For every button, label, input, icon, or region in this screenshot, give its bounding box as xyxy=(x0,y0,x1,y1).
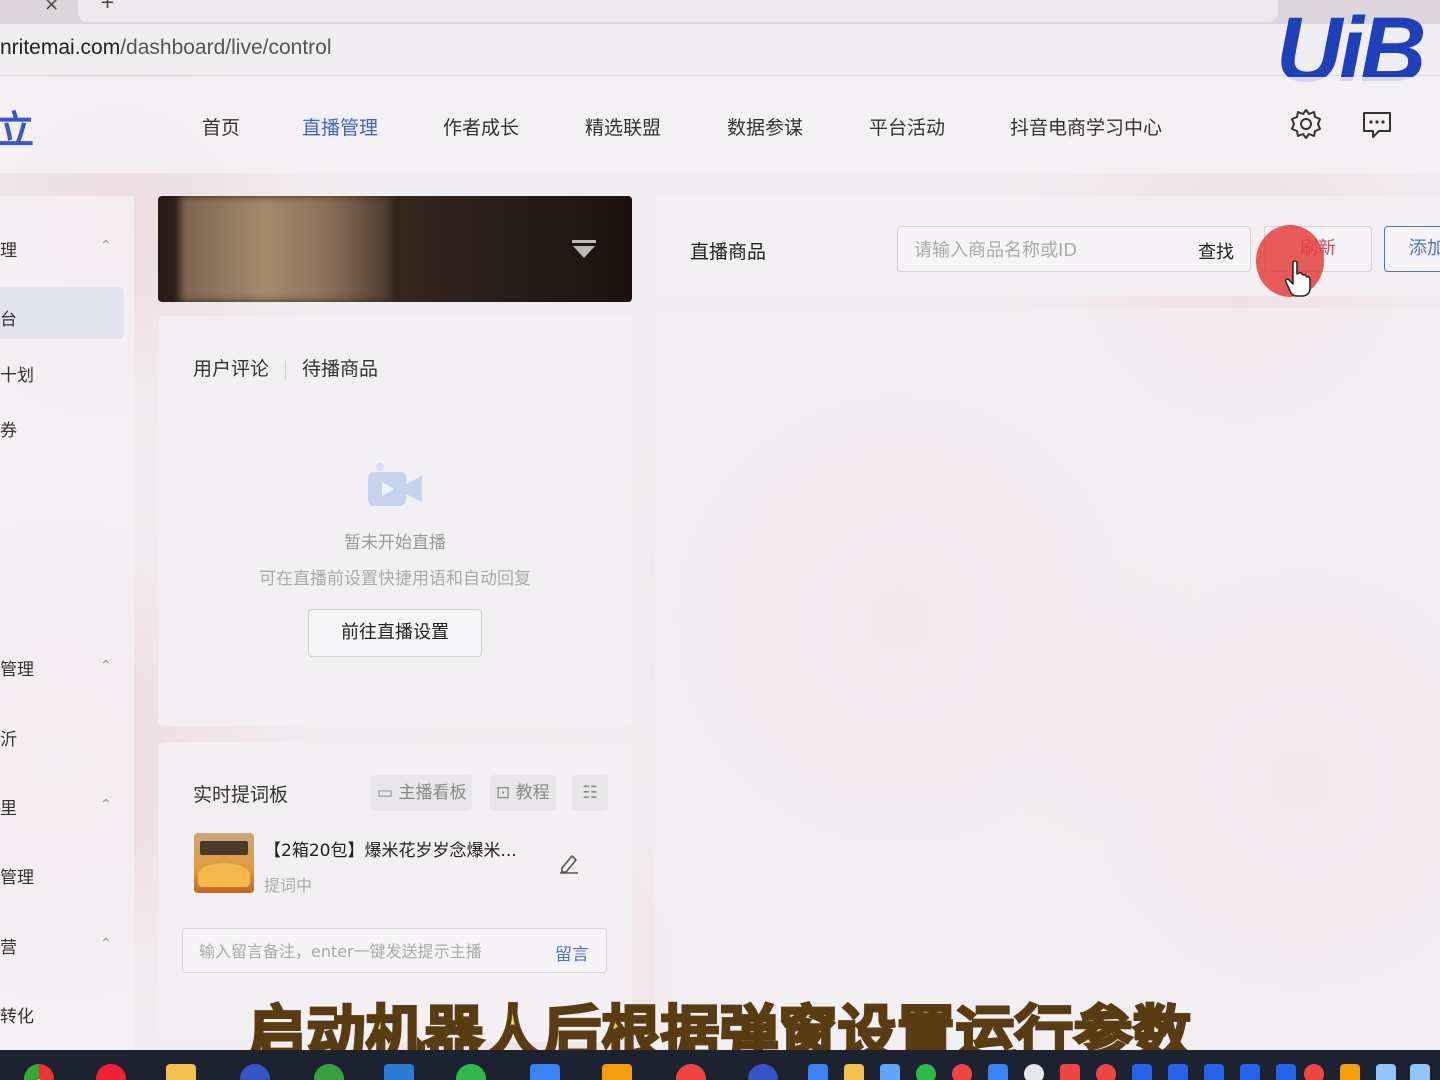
blurred-thumbnail xyxy=(180,196,390,302)
sidebar-group-4[interactable]: 营 xyxy=(0,933,17,958)
tab-divider xyxy=(285,360,287,379)
tray-icon[interactable] xyxy=(916,1064,936,1080)
nav-item-platform-activity[interactable]: 平台活动 xyxy=(869,113,945,140)
app-icon-green[interactable] xyxy=(314,1064,344,1080)
chevron-up-icon[interactable]: ⌃ xyxy=(100,797,112,813)
send-note-button[interactable]: 留言 xyxy=(555,940,589,965)
top-navigation: 立 首页 直播管理 作者成长 精选联盟 数据参谋 平台活动 抖音电商学习中心 xyxy=(0,77,1440,173)
edit-icon[interactable] xyxy=(558,852,580,874)
brand-logo[interactable]: 立 xyxy=(0,99,34,154)
tray-icon[interactable] xyxy=(1096,1064,1116,1080)
host-board-button[interactable]: ▭ 主播看板 xyxy=(371,775,473,811)
tray-icon[interactable] xyxy=(1376,1064,1396,1080)
app-icon-red[interactable] xyxy=(96,1064,126,1080)
tutorial-label: 教程 xyxy=(515,783,550,803)
settings-icon[interactable] xyxy=(1289,107,1323,141)
tray-icon[interactable] xyxy=(1060,1064,1080,1080)
close-tab-icon[interactable]: × xyxy=(44,0,59,15)
tray-icon[interactable] xyxy=(1276,1064,1296,1080)
tray-icon[interactable] xyxy=(1240,1064,1260,1080)
nav-item-alliance[interactable]: 精选联盟 xyxy=(585,113,661,140)
app-icon-orange[interactable] xyxy=(602,1064,632,1080)
sidebar-item-new[interactable]: 沂 xyxy=(0,725,17,750)
search-button[interactable]: 查找 xyxy=(1198,238,1234,264)
comment-tabs: 用户评论 待播商品 xyxy=(193,354,378,381)
sidebar-active-highlight xyxy=(0,287,124,339)
uib-app-icon[interactable] xyxy=(240,1064,270,1080)
dropdown-icon[interactable] xyxy=(572,240,596,260)
url-host: nritemai.com xyxy=(0,36,121,59)
tray-icon[interactable] xyxy=(1204,1064,1224,1080)
tray-icon[interactable] xyxy=(808,1064,828,1080)
sidebar-item-coupon[interactable]: 券 xyxy=(0,416,17,441)
nav-item-live-management[interactable]: 直播管理 xyxy=(302,113,378,140)
nav-item-author-growth[interactable]: 作者成长 xyxy=(443,113,519,140)
nav-item-data-advisor[interactable]: 数据参谋 xyxy=(727,113,803,140)
tray-icon[interactable] xyxy=(1304,1064,1324,1080)
sidebar-item-manage[interactable]: 管理 xyxy=(0,863,34,888)
tutorial-button[interactable]: ⊡ 教程 xyxy=(490,775,556,811)
product-name: 【2箱20包】爆米花岁岁念爆米... xyxy=(264,841,517,861)
browser-tabstrip: × + xyxy=(0,0,1440,24)
sidebar-item-console[interactable]: 台 xyxy=(0,305,17,330)
chevron-up-icon[interactable]: ⌃ xyxy=(100,658,112,674)
note-input-box: 留言 xyxy=(182,928,607,973)
prompt-board-title: 实时提词板 xyxy=(193,784,289,806)
sidebar-item-plan[interactable]: 十划 xyxy=(0,361,34,386)
wechat-icon[interactable] xyxy=(456,1064,486,1080)
folder-icon[interactable] xyxy=(166,1064,196,1080)
sidebar-group-3[interactable]: 里 xyxy=(0,794,17,819)
adjust-icon: ☷ xyxy=(582,783,598,803)
tab-user-comments[interactable]: 用户评论 xyxy=(193,358,269,380)
new-tab-icon[interactable]: + xyxy=(100,0,115,13)
host-board-label: 主播看板 xyxy=(398,783,467,803)
app-icon-red-2[interactable] xyxy=(676,1064,706,1080)
chrome-icon[interactable] xyxy=(24,1064,54,1080)
product-search-input[interactable] xyxy=(914,237,1184,263)
app-icon-blue[interactable] xyxy=(384,1064,414,1080)
url-path: /dashboard/live/control xyxy=(120,36,332,59)
windows-taskbar xyxy=(0,1050,1440,1080)
add-product-button[interactable]: 添加 xyxy=(1384,226,1440,272)
goto-live-settings-button[interactable]: 前往直播设置 xyxy=(308,609,482,657)
chevron-up-icon[interactable]: ⌃ xyxy=(100,238,112,254)
tray-icon[interactable] xyxy=(1132,1064,1152,1080)
nav-item-learning-center[interactable]: 抖音电商学习中心 xyxy=(1010,113,1162,140)
tray-icon[interactable] xyxy=(988,1064,1008,1080)
uib-app-icon-2[interactable] xyxy=(748,1064,778,1080)
product-status: 提词中 xyxy=(264,876,313,895)
tab-pending-products[interactable]: 待播商品 xyxy=(302,358,378,380)
tray-icon[interactable] xyxy=(1340,1064,1360,1080)
tray-icon[interactable] xyxy=(1168,1064,1188,1080)
notification-icon[interactable] xyxy=(1410,1064,1430,1080)
sidebar-group-2[interactable]: 管理 xyxy=(0,655,34,680)
browser-tab[interactable] xyxy=(78,0,1278,22)
live-products-title: 直播商品 xyxy=(690,241,767,263)
product-thumbnail xyxy=(194,833,254,893)
host-board-icon: ▭ xyxy=(377,783,399,803)
address-bar[interactable]: nritemai.com/dashboard/live/control xyxy=(0,24,1440,76)
live-preview-video[interactable] xyxy=(158,196,632,302)
tray-icon[interactable] xyxy=(844,1064,864,1080)
book-icon: ⊡ xyxy=(496,783,516,803)
note-input[interactable] xyxy=(199,939,539,963)
live-products-list xyxy=(655,308,1440,1048)
hand-cursor-icon xyxy=(1285,260,1311,297)
url-text[interactable]: nritemai.com/dashboard/live/control xyxy=(0,36,332,60)
chevron-up-icon[interactable]: ⌃ xyxy=(100,936,112,952)
mail-icon[interactable] xyxy=(530,1064,560,1080)
nav-item-home[interactable]: 首页 xyxy=(202,113,240,140)
sidebar-group-1[interactable]: 理 xyxy=(0,236,17,261)
tray-icon[interactable] xyxy=(1024,1064,1044,1080)
video-camera-icon xyxy=(368,463,422,506)
product-search-box: 查找 xyxy=(897,226,1251,272)
tray-icon[interactable] xyxy=(880,1064,900,1080)
message-icon[interactable] xyxy=(1360,107,1394,141)
tray-icon[interactable] xyxy=(952,1064,972,1080)
board-settings-button[interactable]: ☷ xyxy=(572,775,608,811)
